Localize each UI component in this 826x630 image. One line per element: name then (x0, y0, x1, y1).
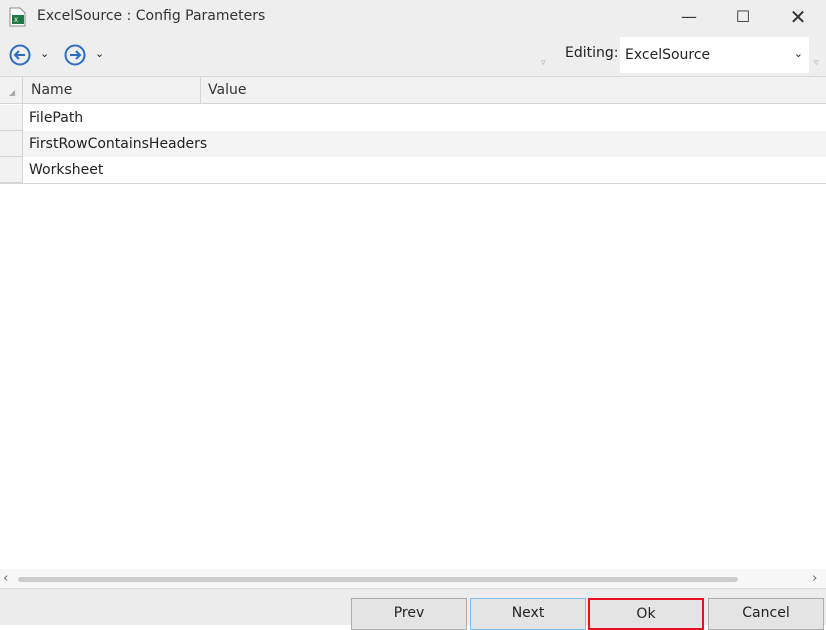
close-button[interactable]: ✕ (775, 0, 821, 33)
param-name: Worksheet (29, 162, 104, 178)
editing-label: Editing: (565, 45, 619, 61)
toolbar-overflow-icon-2[interactable]: ▿ (814, 58, 819, 68)
maximize-button[interactable]: ☐ (720, 0, 766, 33)
prev-button[interactable]: Prev (351, 598, 467, 630)
grid-header: ◢ Name Value (0, 77, 826, 104)
table-row[interactable]: FilePath (0, 105, 826, 131)
next-button[interactable]: Next (470, 598, 586, 630)
column-header-value[interactable]: Value (201, 77, 253, 104)
ok-button[interactable]: Ok (588, 598, 704, 630)
editing-select-value: ExcelSource (625, 47, 711, 63)
window-title: ExcelSource : Config Parameters (37, 8, 266, 24)
back-dropdown-chevron-icon[interactable]: ⌄ (40, 47, 49, 60)
row-header[interactable] (0, 157, 23, 183)
minimize-button[interactable]: — (666, 0, 712, 33)
select-all-corner[interactable]: ◢ (0, 77, 23, 104)
title-bar: X ExcelSource : Config Parameters — ☐ ✕ (0, 0, 826, 33)
column-header-name[interactable]: Name (24, 77, 201, 104)
horizontal-scrollbar[interactable]: ‹ › (0, 569, 826, 588)
excel-file-icon: X (9, 7, 26, 27)
chevron-down-icon: ⌄ (793, 47, 803, 60)
scrollbar-thumb[interactable] (18, 577, 738, 582)
footer: Prev Next Ok Cancel (0, 588, 826, 630)
editing-select[interactable]: ExcelSource ⌄ (620, 37, 809, 73)
cancel-button[interactable]: Cancel (708, 598, 824, 630)
table-row[interactable]: FirstRowContainsHeaders (0, 131, 826, 157)
forward-dropdown-chevron-icon[interactable]: ⌄ (95, 47, 104, 60)
param-name: FilePath (29, 110, 84, 126)
back-arrow-icon[interactable] (9, 44, 31, 66)
scroll-left-icon[interactable]: ‹ (3, 570, 8, 586)
row-header[interactable] (0, 131, 23, 157)
scroll-right-icon[interactable]: › (812, 570, 817, 586)
row-header[interactable] (0, 105, 23, 131)
svg-text:X: X (14, 17, 18, 24)
forward-arrow-icon[interactable] (64, 44, 86, 66)
toolbar-overflow-icon[interactable]: ▿ (541, 58, 546, 68)
toolbar: ⌄ ⌄ ▿ Editing: ExcelSource ⌄ ▿ (0, 33, 826, 77)
param-name: FirstRowContainsHeaders (29, 136, 208, 152)
table-row[interactable]: Worksheet (0, 157, 826, 184)
